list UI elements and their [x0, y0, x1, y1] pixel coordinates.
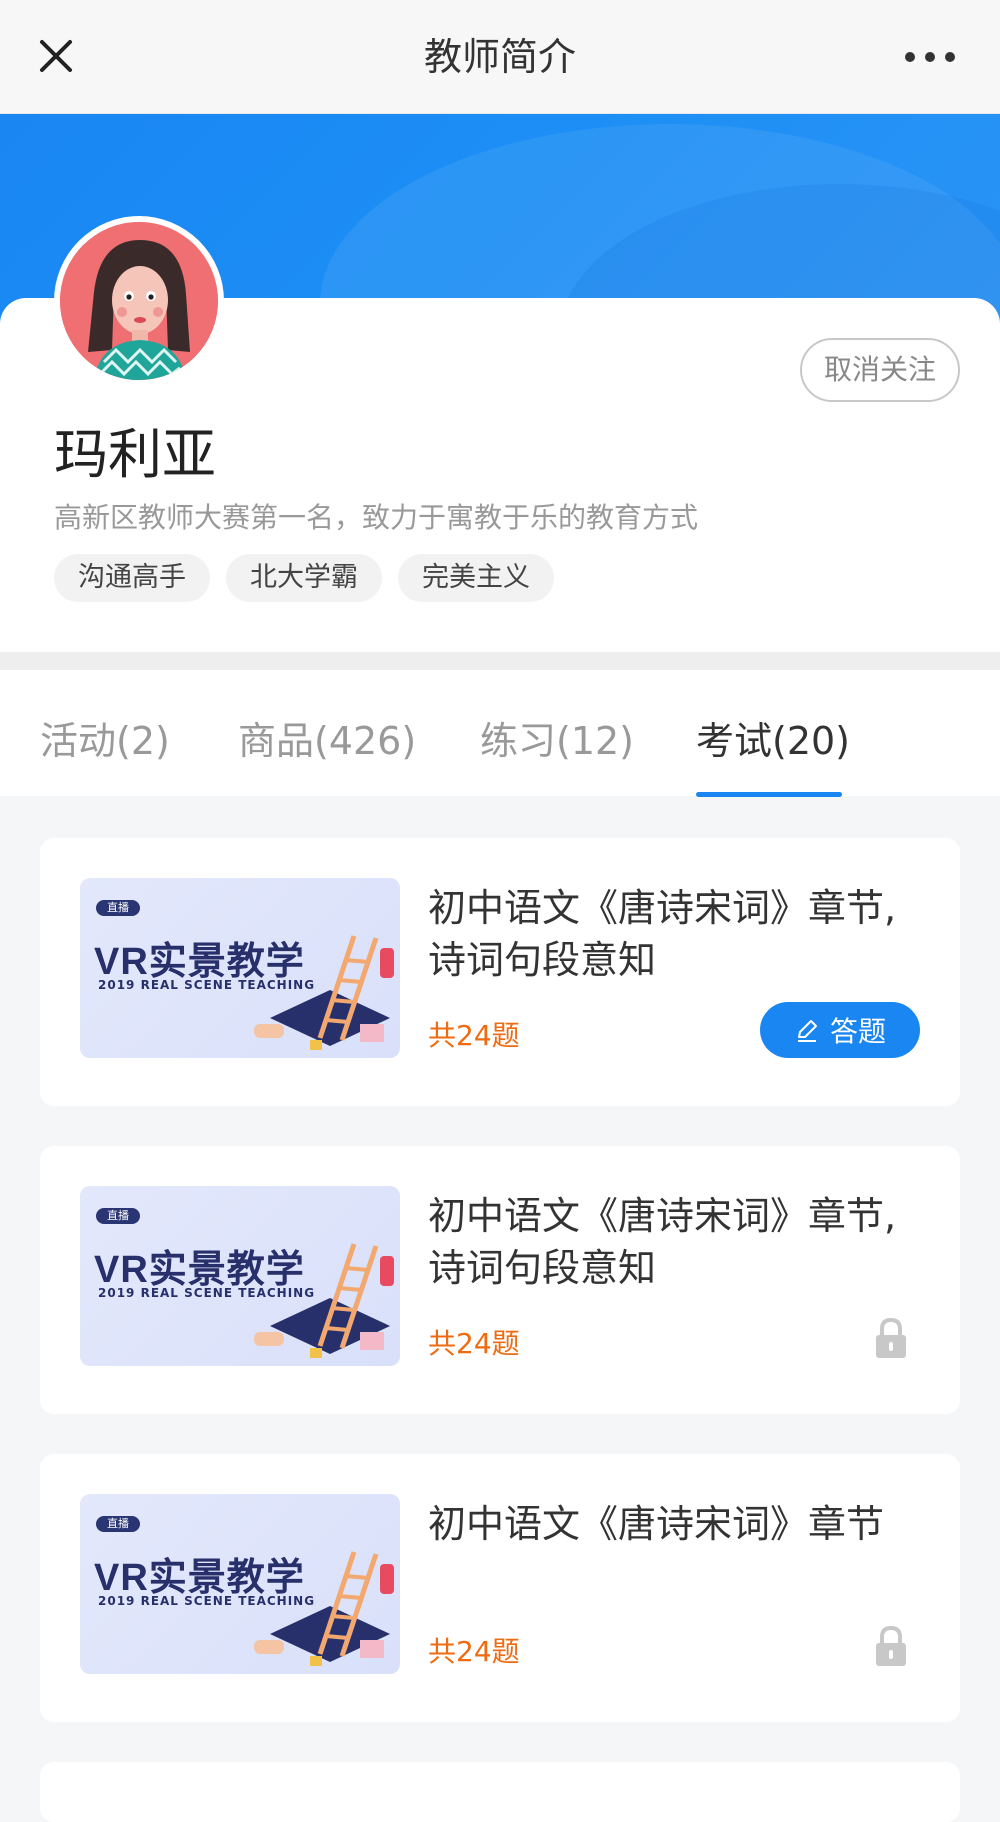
tag-list: 沟通高手 北大学霸 完美主义: [54, 554, 554, 602]
more-dots-icon[interactable]: [894, 36, 966, 78]
ladder-illustration-icon: [254, 935, 394, 1050]
top-bar: 教师简介: [0, 0, 1000, 114]
page-title: 教师简介: [423, 35, 576, 79]
lock-icon: [876, 1317, 906, 1358]
exam-title: 初中语文《唐诗宋词》章节, 诗词句段意知: [428, 886, 897, 982]
exam-card[interactable]: [40, 1762, 960, 1822]
answer-button[interactable]: 答题: [760, 1002, 920, 1058]
tag: 北大学霸: [226, 554, 382, 602]
tab-exams[interactable]: 考试(20): [696, 710, 850, 765]
answer-button-label: 答题: [829, 1015, 886, 1048]
avatar[interactable]: [54, 216, 224, 386]
teacher-name: 玛利亚: [54, 423, 216, 486]
exam-title: 初中语文《唐诗宋词》章节: [428, 1502, 885, 1546]
tag: 沟通高手: [54, 554, 210, 602]
tag: 完美主义: [398, 554, 554, 602]
active-tab-indicator: [696, 792, 842, 797]
tab-practice[interactable]: 练习(12): [480, 710, 634, 765]
exam-card[interactable]: 直播 VR实景教学 2019 REAL SCENE TEACHING 初中语文《…: [40, 1454, 960, 1722]
live-badge: 直播: [96, 1208, 140, 1224]
question-count: 共24题: [428, 1327, 520, 1360]
tab-activities[interactable]: 活动(2): [40, 710, 170, 765]
ladder-illustration-icon: [254, 1551, 394, 1666]
course-thumbnail: 直播 VR实景教学 2019 REAL SCENE TEACHING: [80, 1186, 400, 1366]
tab-products[interactable]: 商品(426): [238, 710, 416, 765]
teacher-bio: 高新区教师大赛第一名，致力于寓教于乐的教育方式: [54, 501, 699, 534]
course-thumbnail: 直播 VR实景教学 2019 REAL SCENE TEACHING: [80, 1494, 400, 1674]
edit-pencil-icon: [797, 1020, 817, 1042]
exam-card[interactable]: 直播 VR实景教学 2019 REAL SCENE TEACHING 初中语文《…: [40, 1146, 960, 1414]
course-thumbnail: 直播 VR实景教学 2019 REAL SCENE TEACHING: [80, 878, 400, 1058]
lock-icon: [876, 1625, 906, 1666]
question-count: 共24题: [428, 1019, 520, 1052]
tab-bar: 活动(2) 商品(426) 练习(12) 考试(20): [0, 670, 1000, 797]
live-badge: 直播: [96, 1516, 140, 1532]
unfollow-button[interactable]: 取消关注: [800, 338, 960, 402]
ladder-illustration-icon: [254, 1243, 394, 1358]
live-badge: 直播: [96, 900, 140, 916]
exam-title: 初中语文《唐诗宋词》章节, 诗词句段意知: [428, 1194, 897, 1290]
question-count: 共24题: [428, 1635, 520, 1668]
exam-card[interactable]: 直播 VR实景教学 2019 REAL SCENE TEACHING 初中语文《…: [40, 838, 960, 1106]
section-divider: [0, 652, 1000, 670]
